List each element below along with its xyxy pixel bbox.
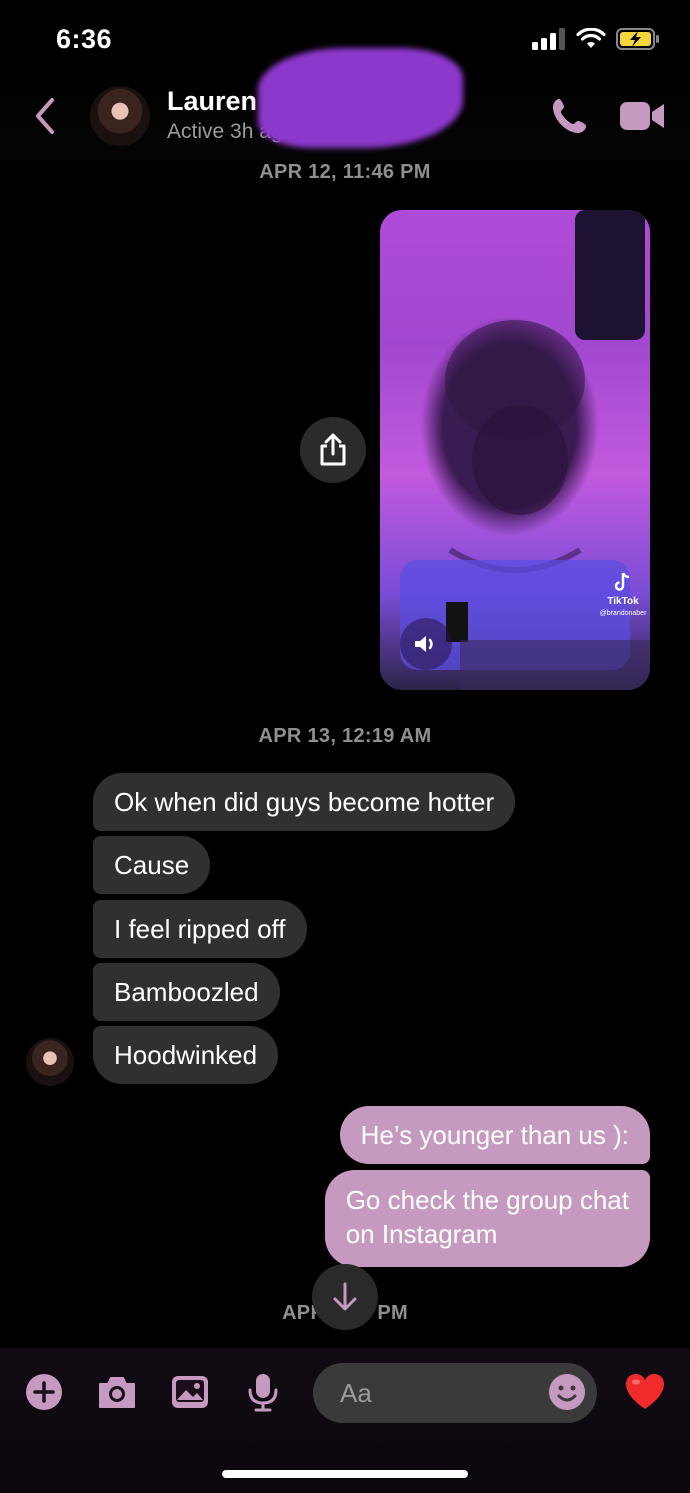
tiktok-username: @brandonaber [599, 610, 647, 617]
timestamp: APR 12, 11:46 PM [259, 161, 431, 183]
incoming-message[interactable]: Hoodwinked [93, 1026, 279, 1084]
status-icons [532, 28, 660, 50]
signal-icon [532, 28, 565, 50]
wifi-icon [576, 28, 606, 48]
emoji-icon[interactable] [548, 1373, 586, 1411]
camera-icon[interactable] [96, 1372, 138, 1412]
sender-avatar[interactable] [26, 1038, 74, 1086]
image-icon[interactable] [170, 1372, 210, 1412]
incoming-message[interactable]: Cause [93, 836, 211, 894]
status-time: 6:36 [56, 24, 113, 54]
plus-icon[interactable] [24, 1372, 64, 1412]
share-icon [320, 433, 346, 466]
contact-avatar[interactable] [90, 86, 150, 146]
chevron-left-icon[interactable] [30, 96, 60, 136]
tiktok-watermark: TikTok @brandonaber [595, 572, 651, 620]
video-camera-icon[interactable] [618, 98, 666, 134]
phone-icon[interactable] [550, 96, 590, 136]
tiktok-label: TikTok [607, 596, 639, 607]
battery-icon [616, 28, 659, 50]
speaker-icon [415, 636, 433, 652]
tiktok-note-icon [614, 572, 630, 591]
home-indicator[interactable] [222, 1470, 468, 1478]
sound-toggle-button[interactable] [400, 618, 452, 670]
share-button[interactable] [300, 417, 366, 483]
microphone-icon[interactable] [245, 1372, 281, 1412]
heart-icon[interactable] [624, 1372, 666, 1420]
outgoing-message[interactable]: Go check the group chat on Instagram [324, 1170, 650, 1267]
outgoing-message[interactable]: He’s younger than us ): [339, 1106, 650, 1164]
redaction-scribble [258, 48, 463, 148]
incoming-message[interactable]: I feel ripped off [93, 900, 307, 958]
timestamp: APR 13, 12:19 AM [258, 725, 432, 747]
incoming-message[interactable]: Ok when did guys become hotter [93, 773, 516, 831]
scroll-to-bottom-button[interactable] [312, 1264, 378, 1330]
message-input-placeholder: Aa [340, 1378, 372, 1408]
arrow-down-icon [333, 1282, 357, 1311]
incoming-message[interactable]: Bamboozled [93, 963, 280, 1021]
